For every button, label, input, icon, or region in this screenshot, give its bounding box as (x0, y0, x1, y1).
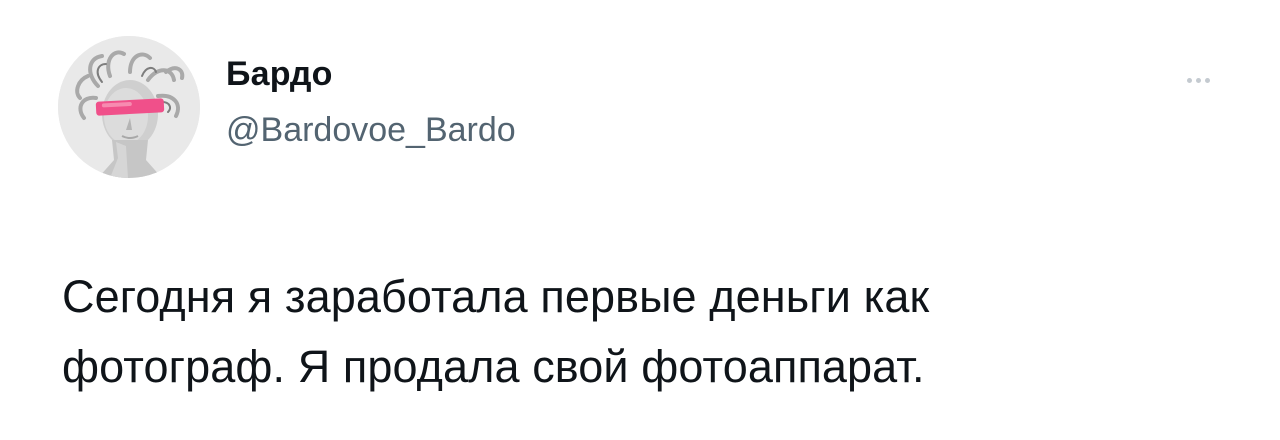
tweet-card: Бардо @Bardovoe_Bardo Сегодня я заработа… (0, 0, 1280, 440)
more-dot (1205, 78, 1210, 83)
tweet-text-line: фотограф. Я продала свой фотоаппарат. (62, 341, 925, 392)
medusa-statue-icon (58, 36, 200, 178)
display-name[interactable]: Бардо (226, 52, 516, 96)
tweet-text: Сегодня я заработала первые деньги как ф… (62, 262, 1222, 402)
avatar[interactable] (58, 36, 200, 178)
more-dot (1196, 78, 1201, 83)
more-horizontal-icon[interactable] (1185, 72, 1212, 89)
author-names: Бардо @Bardovoe_Bardo (226, 52, 516, 152)
tweet-header: Бардо @Bardovoe_Bardo (58, 36, 516, 178)
more-dot (1187, 78, 1192, 83)
tweet-text-line: Сегодня я заработала первые деньги как (62, 271, 930, 322)
user-handle[interactable]: @Bardovoe_Bardo (226, 108, 516, 152)
